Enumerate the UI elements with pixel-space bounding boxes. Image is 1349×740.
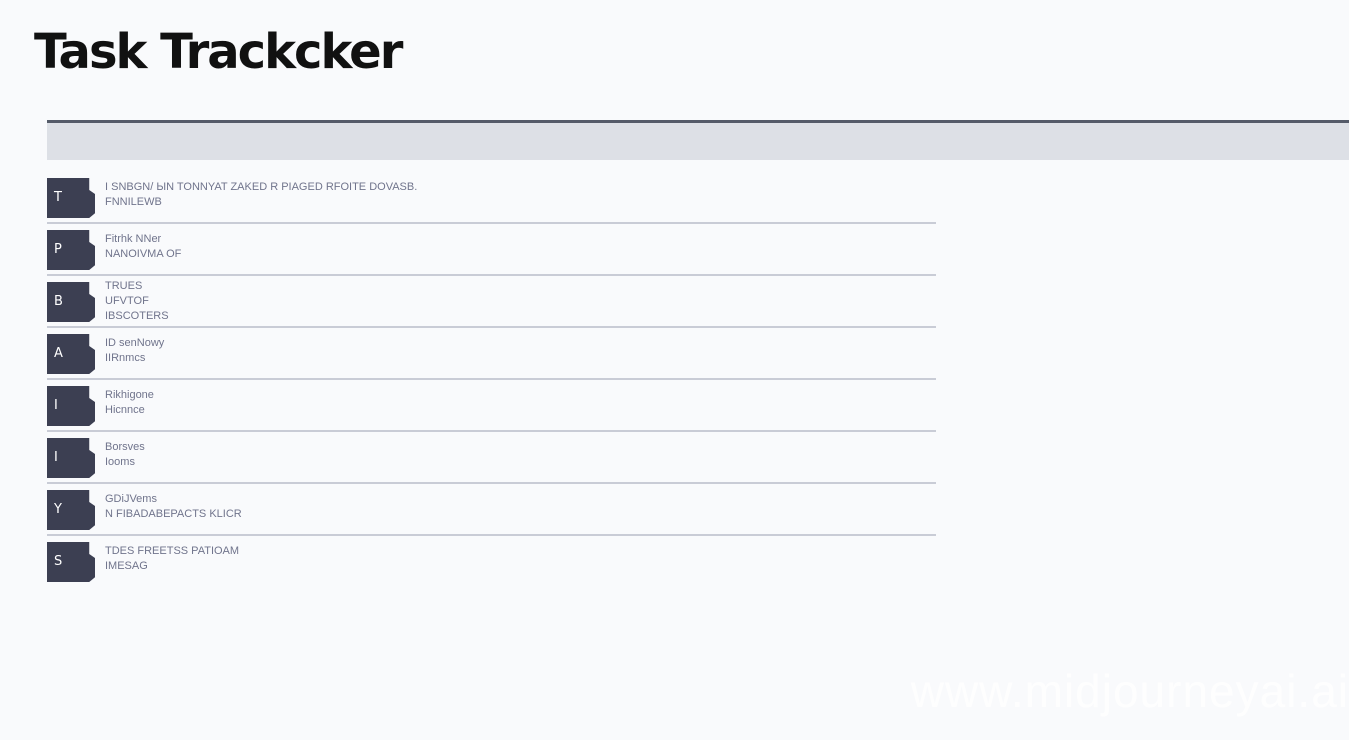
task-subtitle: NANOIVMA OF: [105, 248, 182, 260]
task-row[interactable]: P Fitrhk NNer NANOIVMA OF: [47, 224, 936, 276]
task-text: ID senNowy IIRnmcs: [105, 336, 164, 366]
task-subtitle: IMESAG: [105, 560, 148, 572]
task-subtitle: Hicnnce: [105, 404, 145, 416]
task-title: Rikhigone: [105, 389, 154, 401]
task-text: Rikhigone Hicnnce: [105, 388, 154, 418]
task-text: Borsves Iooms: [105, 440, 145, 470]
app-title: Task Trackcker: [34, 24, 403, 80]
task-badge: Y: [47, 490, 95, 530]
task-title: Borsves: [105, 441, 145, 453]
task-title: Fitrhk NNer: [105, 233, 162, 245]
table-header-bar: [47, 120, 1349, 160]
task-row[interactable]: A ID senNowy IIRnmcs: [47, 328, 936, 380]
task-title: TRUES: [105, 280, 143, 292]
task-subtitle: Iooms: [105, 456, 135, 468]
task-badge: T: [47, 178, 95, 218]
task-badge: P: [47, 230, 95, 270]
task-subtitle: N FIBADABEPACTS KLICR: [105, 508, 242, 520]
watermark: www.midjourneyai.ai: [910, 665, 1349, 717]
task-detail: IBSCOTERS: [105, 310, 169, 322]
task-row[interactable]: I Rikhigone Hicnnce: [47, 380, 936, 432]
task-subtitle: UFVTOF: [105, 295, 149, 307]
task-text: I SNBGN/ ЫN TONNYAT ZAKED R PIAGED RFOIT…: [105, 180, 417, 210]
task-title: ID senNowy: [105, 337, 165, 349]
task-text: TDES FREETSS PATIOAM IMESAG: [105, 544, 239, 574]
task-row[interactable]: T I SNBGN/ ЫN TONNYAT ZAKED R PIAGED RFO…: [47, 172, 936, 224]
task-list: T I SNBGN/ ЫN TONNYAT ZAKED R PIAGED RFO…: [47, 172, 936, 588]
task-row[interactable]: S TDES FREETSS PATIOAM IMESAG: [47, 536, 936, 588]
task-text: Fitrhk NNer NANOIVMA OF: [105, 232, 181, 262]
task-badge: S: [47, 542, 95, 582]
task-title: I SNBGN/ ЫN TONNYAT ZAKED R PIAGED RFOIT…: [105, 181, 418, 193]
task-title: GDiJVems: [105, 493, 157, 505]
task-badge: A: [47, 334, 95, 374]
task-subtitle: FNNILEWB: [105, 196, 162, 208]
task-row[interactable]: Y GDiJVems N FIBADABEPACTS KLICR: [47, 484, 936, 536]
task-text: TRUES UFVTOF IBSCOTERS: [105, 279, 169, 324]
task-badge: I: [47, 438, 95, 478]
task-badge: I: [47, 386, 95, 426]
task-badge: B: [47, 282, 95, 322]
task-row[interactable]: B TRUES UFVTOF IBSCOTERS: [47, 276, 936, 328]
task-title: TDES FREETSS PATIOAM: [105, 545, 240, 557]
task-subtitle: IIRnmcs: [105, 352, 146, 364]
task-text: GDiJVems N FIBADABEPACTS KLICR: [105, 492, 242, 522]
task-row[interactable]: I Borsves Iooms: [47, 432, 936, 484]
